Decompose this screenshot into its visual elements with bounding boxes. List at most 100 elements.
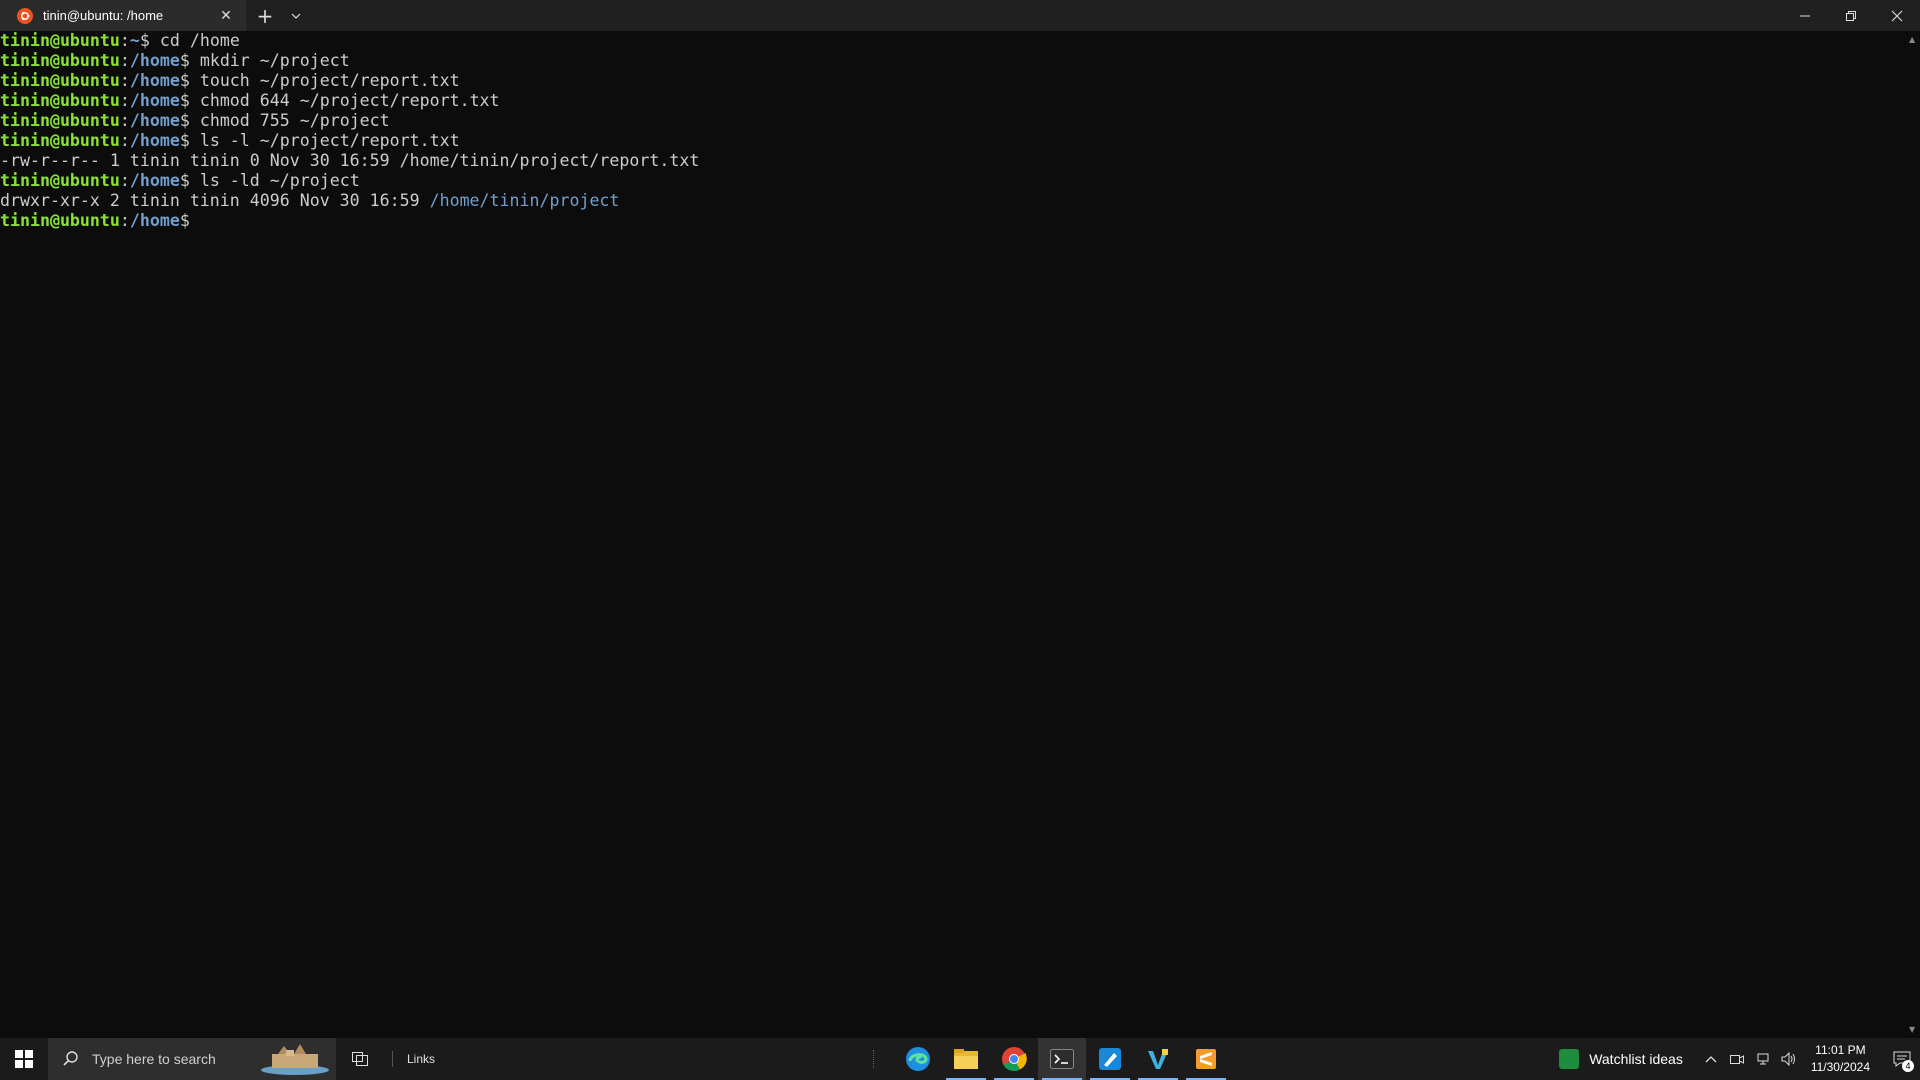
taskbar-search[interactable]: Type here to search [48, 1038, 336, 1080]
output-text: drwxr-xr-x 2 tinin tinin 4096 Nov 30 16:… [0, 191, 430, 210]
clock-time: 11:01 PM [1815, 1043, 1866, 1057]
terminal-scrollbar[interactable]: ▲ ▼ [1905, 31, 1920, 1038]
search-icon [63, 1051, 78, 1066]
close-tab-icon[interactable]: ✕ [214, 4, 238, 28]
prompt-path: /home [129, 211, 180, 230]
prompt-path: /home [129, 91, 180, 110]
terminal-prompt-line: tinin@ubuntu:/home$ mkdir ~/project [0, 51, 699, 71]
folder-icon [954, 1049, 979, 1069]
taskbar-app-visual-studio[interactable] [1134, 1038, 1182, 1080]
command-text: touch ~/project/report.txt [189, 71, 460, 90]
prompt-symbol: $ [179, 71, 190, 90]
taskbar-app-terminal[interactable] [1038, 1038, 1087, 1080]
toolbar-grip[interactable] [873, 1050, 876, 1068]
prompt-path: /home [129, 131, 180, 150]
prompt-symbol: $ [179, 91, 190, 110]
prompt-user: tinin@ubuntu [0, 211, 120, 230]
terminal-prompt-line: tinin@ubuntu:/home$ touch ~/project/repo… [0, 71, 699, 91]
tab-title: tinin@ubuntu: /home [43, 8, 164, 23]
watchlist-label: Watchlist ideas [1589, 1051, 1683, 1067]
terminal-prompt-line: tinin@ubuntu:/home$ chmod 644 ~/project/… [0, 91, 699, 111]
prompt-symbol: $ [179, 211, 190, 230]
terminal-output-line: drwxr-xr-x 2 tinin tinin 4096 Nov 30 16:… [0, 191, 699, 211]
titlebar-drag-area[interactable] [308, 0, 1782, 31]
minimize-button[interactable] [1782, 0, 1828, 31]
chrome-icon [1002, 1047, 1027, 1072]
task-view-button[interactable] [336, 1038, 384, 1080]
links-toolbar[interactable]: Links [407, 1052, 435, 1066]
prompt-path: /home [129, 111, 180, 130]
taskbar-clock[interactable]: 11:01 PM 11/30/2024 [1811, 1042, 1870, 1076]
chevron-down-icon[interactable] [284, 0, 308, 31]
system-tray [1703, 1051, 1797, 1067]
taskbar-app-edge[interactable] [894, 1038, 942, 1080]
start-button[interactable] [0, 1038, 48, 1080]
prompt-colon: : [119, 31, 130, 50]
prompt-colon: : [119, 171, 130, 190]
sublime-icon [1196, 1049, 1217, 1069]
close-icon [1891, 10, 1903, 21]
prompt-symbol: $ [179, 51, 190, 70]
edge-icon [906, 1047, 931, 1071]
network-icon[interactable] [1755, 1051, 1771, 1067]
prompt-colon: : [119, 51, 130, 70]
terminal-icon [1050, 1049, 1075, 1069]
command-text: chmod 644 ~/project/report.txt [189, 91, 500, 110]
taskbar-app-chrome[interactable] [990, 1038, 1038, 1080]
command-text: cd /home [149, 31, 240, 50]
taskbar-app-paint[interactable] [1086, 1038, 1134, 1080]
prompt-symbol: $ [179, 131, 190, 150]
command-text: mkdir ~/project [189, 51, 350, 70]
prompt-colon: : [119, 131, 130, 150]
taskbar-app-sublime[interactable] [1182, 1038, 1230, 1080]
prompt-path: /home [129, 171, 180, 190]
prompt-path: /home [129, 71, 180, 90]
prompt-user: tinin@ubuntu [0, 171, 120, 190]
clock-date: 11/30/2024 [1810, 1060, 1870, 1074]
terminal-prompt-line: tinin@ubuntu:~$ cd /home [0, 31, 699, 51]
terminal-tab[interactable]: tinin@ubuntu: /home ✕ [0, 0, 246, 31]
directory-path: /home/tinin/project [429, 191, 620, 210]
notification-badge: 4 [1902, 1060, 1914, 1072]
prompt-colon: : [119, 71, 130, 90]
prompt-user: tinin@ubuntu [0, 31, 120, 50]
meet-now-icon[interactable] [1729, 1051, 1745, 1067]
restore-button[interactable] [1828, 0, 1874, 31]
prompt-path: /home [129, 51, 180, 70]
terminal-output-line: -rw-r--r-- 1 tinin tinin 0 Nov 30 16:59 … [0, 151, 699, 171]
chevron-up-icon[interactable] [1703, 1051, 1719, 1067]
prompt-symbol: $ [139, 31, 150, 50]
watchlist-widget[interactable]: Watchlist ideas [1559, 1049, 1683, 1069]
prompt-user: tinin@ubuntu [0, 51, 120, 70]
taskbar-app-file-explorer[interactable] [942, 1038, 990, 1080]
prompt-user: tinin@ubuntu [0, 131, 120, 150]
prompt-colon: : [119, 211, 130, 230]
volume-icon[interactable] [1781, 1051, 1797, 1067]
scroll-down-icon[interactable]: ▼ [1909, 1025, 1915, 1034]
terminal-prompt-line: tinin@ubuntu:/home$ [0, 211, 699, 231]
search-highlight-image [261, 1044, 329, 1075]
prompt-colon: : [119, 91, 130, 110]
ubuntu-icon [17, 7, 33, 24]
prompt-user: tinin@ubuntu [0, 71, 120, 90]
restore-icon [1846, 10, 1856, 21]
prompt-user: tinin@ubuntu [0, 111, 120, 130]
visual-studio-icon [1148, 1049, 1169, 1069]
prompt-colon: : [119, 111, 130, 130]
paint-icon [1099, 1048, 1122, 1070]
terminal-prompt-line: tinin@ubuntu:/home$ ls -ld ~/project [0, 171, 699, 191]
terminal-prompt-line: tinin@ubuntu:/home$ ls -l ~/project/repo… [0, 131, 699, 151]
task-view-icon [352, 1052, 368, 1066]
terminal-window[interactable]: tinin@ubuntu:~$ cd /home tinin@ubuntu:/ho… [0, 31, 1905, 1038]
scroll-up-icon[interactable]: ▲ [1909, 35, 1915, 44]
windows-icon [15, 1050, 33, 1068]
close-window-button[interactable] [1874, 0, 1920, 31]
command-text: ls -ld ~/project [189, 171, 360, 190]
action-center-button[interactable]: 4 [1884, 1038, 1920, 1080]
new-tab-button[interactable]: + [246, 0, 284, 31]
prompt-symbol: $ [179, 111, 190, 130]
command-text: chmod 755 ~/project [189, 111, 390, 130]
prompt-path: ~ [129, 31, 140, 50]
minimize-icon [1800, 15, 1810, 16]
command-text: ls -l ~/project/report.txt [189, 131, 460, 150]
